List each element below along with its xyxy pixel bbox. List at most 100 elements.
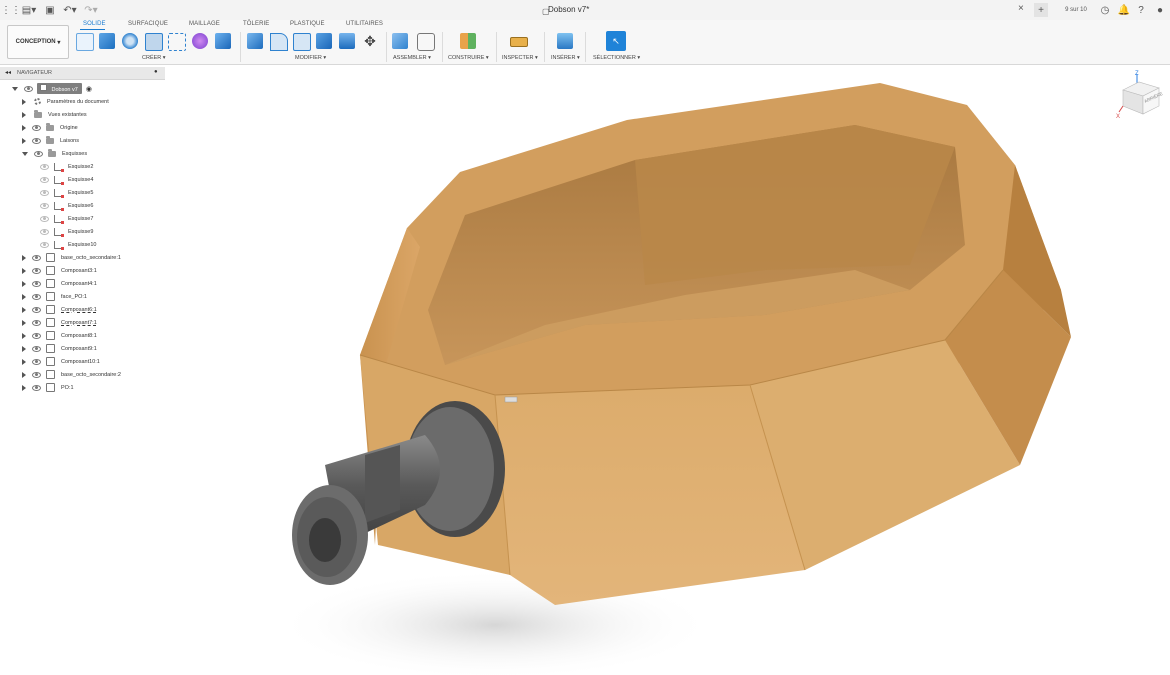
expand-arrow-icon[interactable] <box>22 280 26 287</box>
tree-item-4[interactable]: Laisons <box>22 135 79 146</box>
visibility-eye-icon[interactable] <box>32 345 41 352</box>
tree-sketch-item[interactable]: Esquisse9 <box>34 226 93 237</box>
measure-icon[interactable] <box>510 37 528 47</box>
file-menu-icon[interactable]: ▤▾ <box>22 3 36 17</box>
tree-sketch-item[interactable]: Esquisse7 <box>34 213 93 224</box>
create-group-label[interactable]: CRÉER ▾ <box>142 55 166 61</box>
visibility-eye-icon[interactable] <box>32 332 41 339</box>
tree-sketch-item[interactable]: Esquisse10 <box>34 239 96 250</box>
select-cursor-icon[interactable]: ↖ <box>606 31 626 51</box>
tree-component-item[interactable]: Composant9:1 <box>22 343 97 354</box>
tree-item-3[interactable]: Origine <box>22 122 78 133</box>
visibility-eye-icon[interactable] <box>40 176 49 183</box>
tree-component-item[interactable]: Composant4:1 <box>22 278 97 289</box>
visibility-eye-icon[interactable] <box>32 371 41 378</box>
expand-arrow-icon[interactable] <box>22 319 26 326</box>
visibility-eye-icon[interactable] <box>32 124 41 131</box>
visibility-eye-icon[interactable] <box>40 202 49 209</box>
visibility-eye-icon[interactable] <box>40 215 49 222</box>
notifications-icon[interactable]: 🔔 <box>1118 3 1130 17</box>
insert-image-icon[interactable] <box>557 33 573 49</box>
tree-item-1[interactable]: Paramètres du document <box>22 96 109 107</box>
close-tab-icon[interactable]: × <box>1018 3 1024 14</box>
expand-arrow-icon[interactable] <box>22 137 26 144</box>
clock-icon[interactable]: ◷ <box>1099 3 1111 17</box>
activate-radio-icon[interactable]: ◉ <box>86 85 92 93</box>
visibility-eye-icon[interactable] <box>32 319 41 326</box>
expand-arrow-icon[interactable] <box>12 86 18 91</box>
visibility-eye-icon[interactable] <box>32 280 41 287</box>
3d-viewport[interactable] <box>165 65 1170 675</box>
tab-utilities[interactable]: UTILITAIRES <box>346 21 383 27</box>
tree-component-item[interactable]: PO:1 <box>22 382 74 393</box>
tree-component-item[interactable]: base_octo_secondaire:2 <box>22 369 121 380</box>
expand-arrow-icon[interactable] <box>22 358 26 365</box>
modify-group-label[interactable]: MODIFIER ▾ <box>295 55 326 61</box>
expand-arrow-icon[interactable] <box>22 345 26 352</box>
tab-plastic[interactable]: PLASTIQUE <box>290 21 325 27</box>
visibility-eye-icon[interactable] <box>40 163 49 170</box>
visibility-eye-icon[interactable] <box>32 254 41 261</box>
visibility-eye-icon[interactable] <box>40 189 49 196</box>
construct-group-label[interactable]: CONSTRUIRE ▾ <box>448 55 489 61</box>
revolve-icon[interactable] <box>122 33 138 49</box>
fillet-icon[interactable] <box>270 33 288 51</box>
save-icon[interactable]: ▣ <box>44 3 56 17</box>
joint-icon[interactable] <box>417 33 435 51</box>
box-icon[interactable] <box>215 33 231 49</box>
expand-arrow-icon[interactable] <box>22 111 26 118</box>
visibility-eye-icon[interactable] <box>32 358 41 365</box>
user-avatar-icon[interactable]: ● <box>1154 3 1166 17</box>
tree-sketch-item[interactable]: Esquisse5 <box>34 187 93 198</box>
expand-arrow-icon[interactable] <box>22 267 26 274</box>
offset-plane-icon[interactable] <box>460 33 476 49</box>
create-sketch-icon[interactable] <box>76 33 94 51</box>
help-icon[interactable]: ? <box>1135 3 1147 17</box>
tree-item-2[interactable]: Vues existantes <box>22 109 87 120</box>
new-component-icon[interactable] <box>392 33 408 49</box>
tree-component-item[interactable]: Composant3:1 <box>22 265 97 276</box>
expand-arrow-icon[interactable] <box>22 254 26 261</box>
browser-root-row[interactable]: Dobson v7 ◉ <box>12 83 92 94</box>
redo-icon[interactable]: ↷▾ <box>84 3 98 17</box>
expand-arrow-icon[interactable] <box>22 293 26 300</box>
combine-icon[interactable] <box>339 33 355 49</box>
browser-pin-icon[interactable]: ● <box>154 69 158 75</box>
tab-sheet-metal[interactable]: TÔLERIE <box>243 21 269 27</box>
shell-icon[interactable] <box>316 33 332 49</box>
visibility-eye-icon[interactable] <box>32 267 41 274</box>
visibility-eye-icon[interactable] <box>24 85 33 92</box>
visibility-eye-icon[interactable] <box>32 293 41 300</box>
collapse-arrow-icon[interactable] <box>22 151 28 156</box>
visibility-eye-icon[interactable] <box>32 306 41 313</box>
viewcube[interactable]: Z ARRIÈRE X <box>1115 68 1167 122</box>
tree-component-item[interactable]: Composant8:1 <box>22 330 97 341</box>
press-pull-icon[interactable] <box>247 33 263 49</box>
visibility-eye-icon[interactable] <box>32 384 41 391</box>
tree-component-item[interactable]: Composant6:1 <box>22 304 97 315</box>
tree-sketch-item[interactable]: Esquisse4 <box>34 174 93 185</box>
hole-icon[interactable] <box>145 33 163 51</box>
collapse-browser-icon[interactable]: ◂◂ <box>5 69 11 76</box>
expand-arrow-icon[interactable] <box>22 306 26 313</box>
tree-component-item[interactable]: Composant10:1 <box>22 356 100 367</box>
tree-component-item[interactable]: face_PO:1 <box>22 291 87 302</box>
new-tab-icon[interactable]: + <box>1034 3 1048 17</box>
tab-mesh[interactable]: MAILLAGE <box>189 21 220 27</box>
expand-arrow-icon[interactable] <box>22 124 26 131</box>
tree-item-5[interactable]: Esquisses <box>22 148 87 159</box>
form-icon[interactable] <box>192 33 208 49</box>
expand-arrow-icon[interactable] <box>22 332 26 339</box>
tree-sketch-item[interactable]: Esquisse2 <box>34 161 93 172</box>
tab-solid[interactable]: SOLIDE <box>83 21 106 27</box>
expand-arrow-icon[interactable] <box>22 384 26 391</box>
select-group-label[interactable]: SÉLECTIONNER ▾ <box>593 55 640 61</box>
tree-sketch-item[interactable]: Esquisse6 <box>34 200 93 211</box>
expand-arrow-icon[interactable] <box>22 98 26 105</box>
tab-surface[interactable]: SURFACIQUE <box>128 21 168 27</box>
grid-menu-icon[interactable]: ⋮⋮ <box>1 3 21 17</box>
job-status-icon[interactable]: 9 sur 10 <box>1056 3 1096 17</box>
move-icon[interactable]: ✥ <box>362 33 378 49</box>
workspace-switcher[interactable]: CONCEPTION ▾ <box>7 25 69 59</box>
box-select-icon[interactable] <box>168 33 186 51</box>
